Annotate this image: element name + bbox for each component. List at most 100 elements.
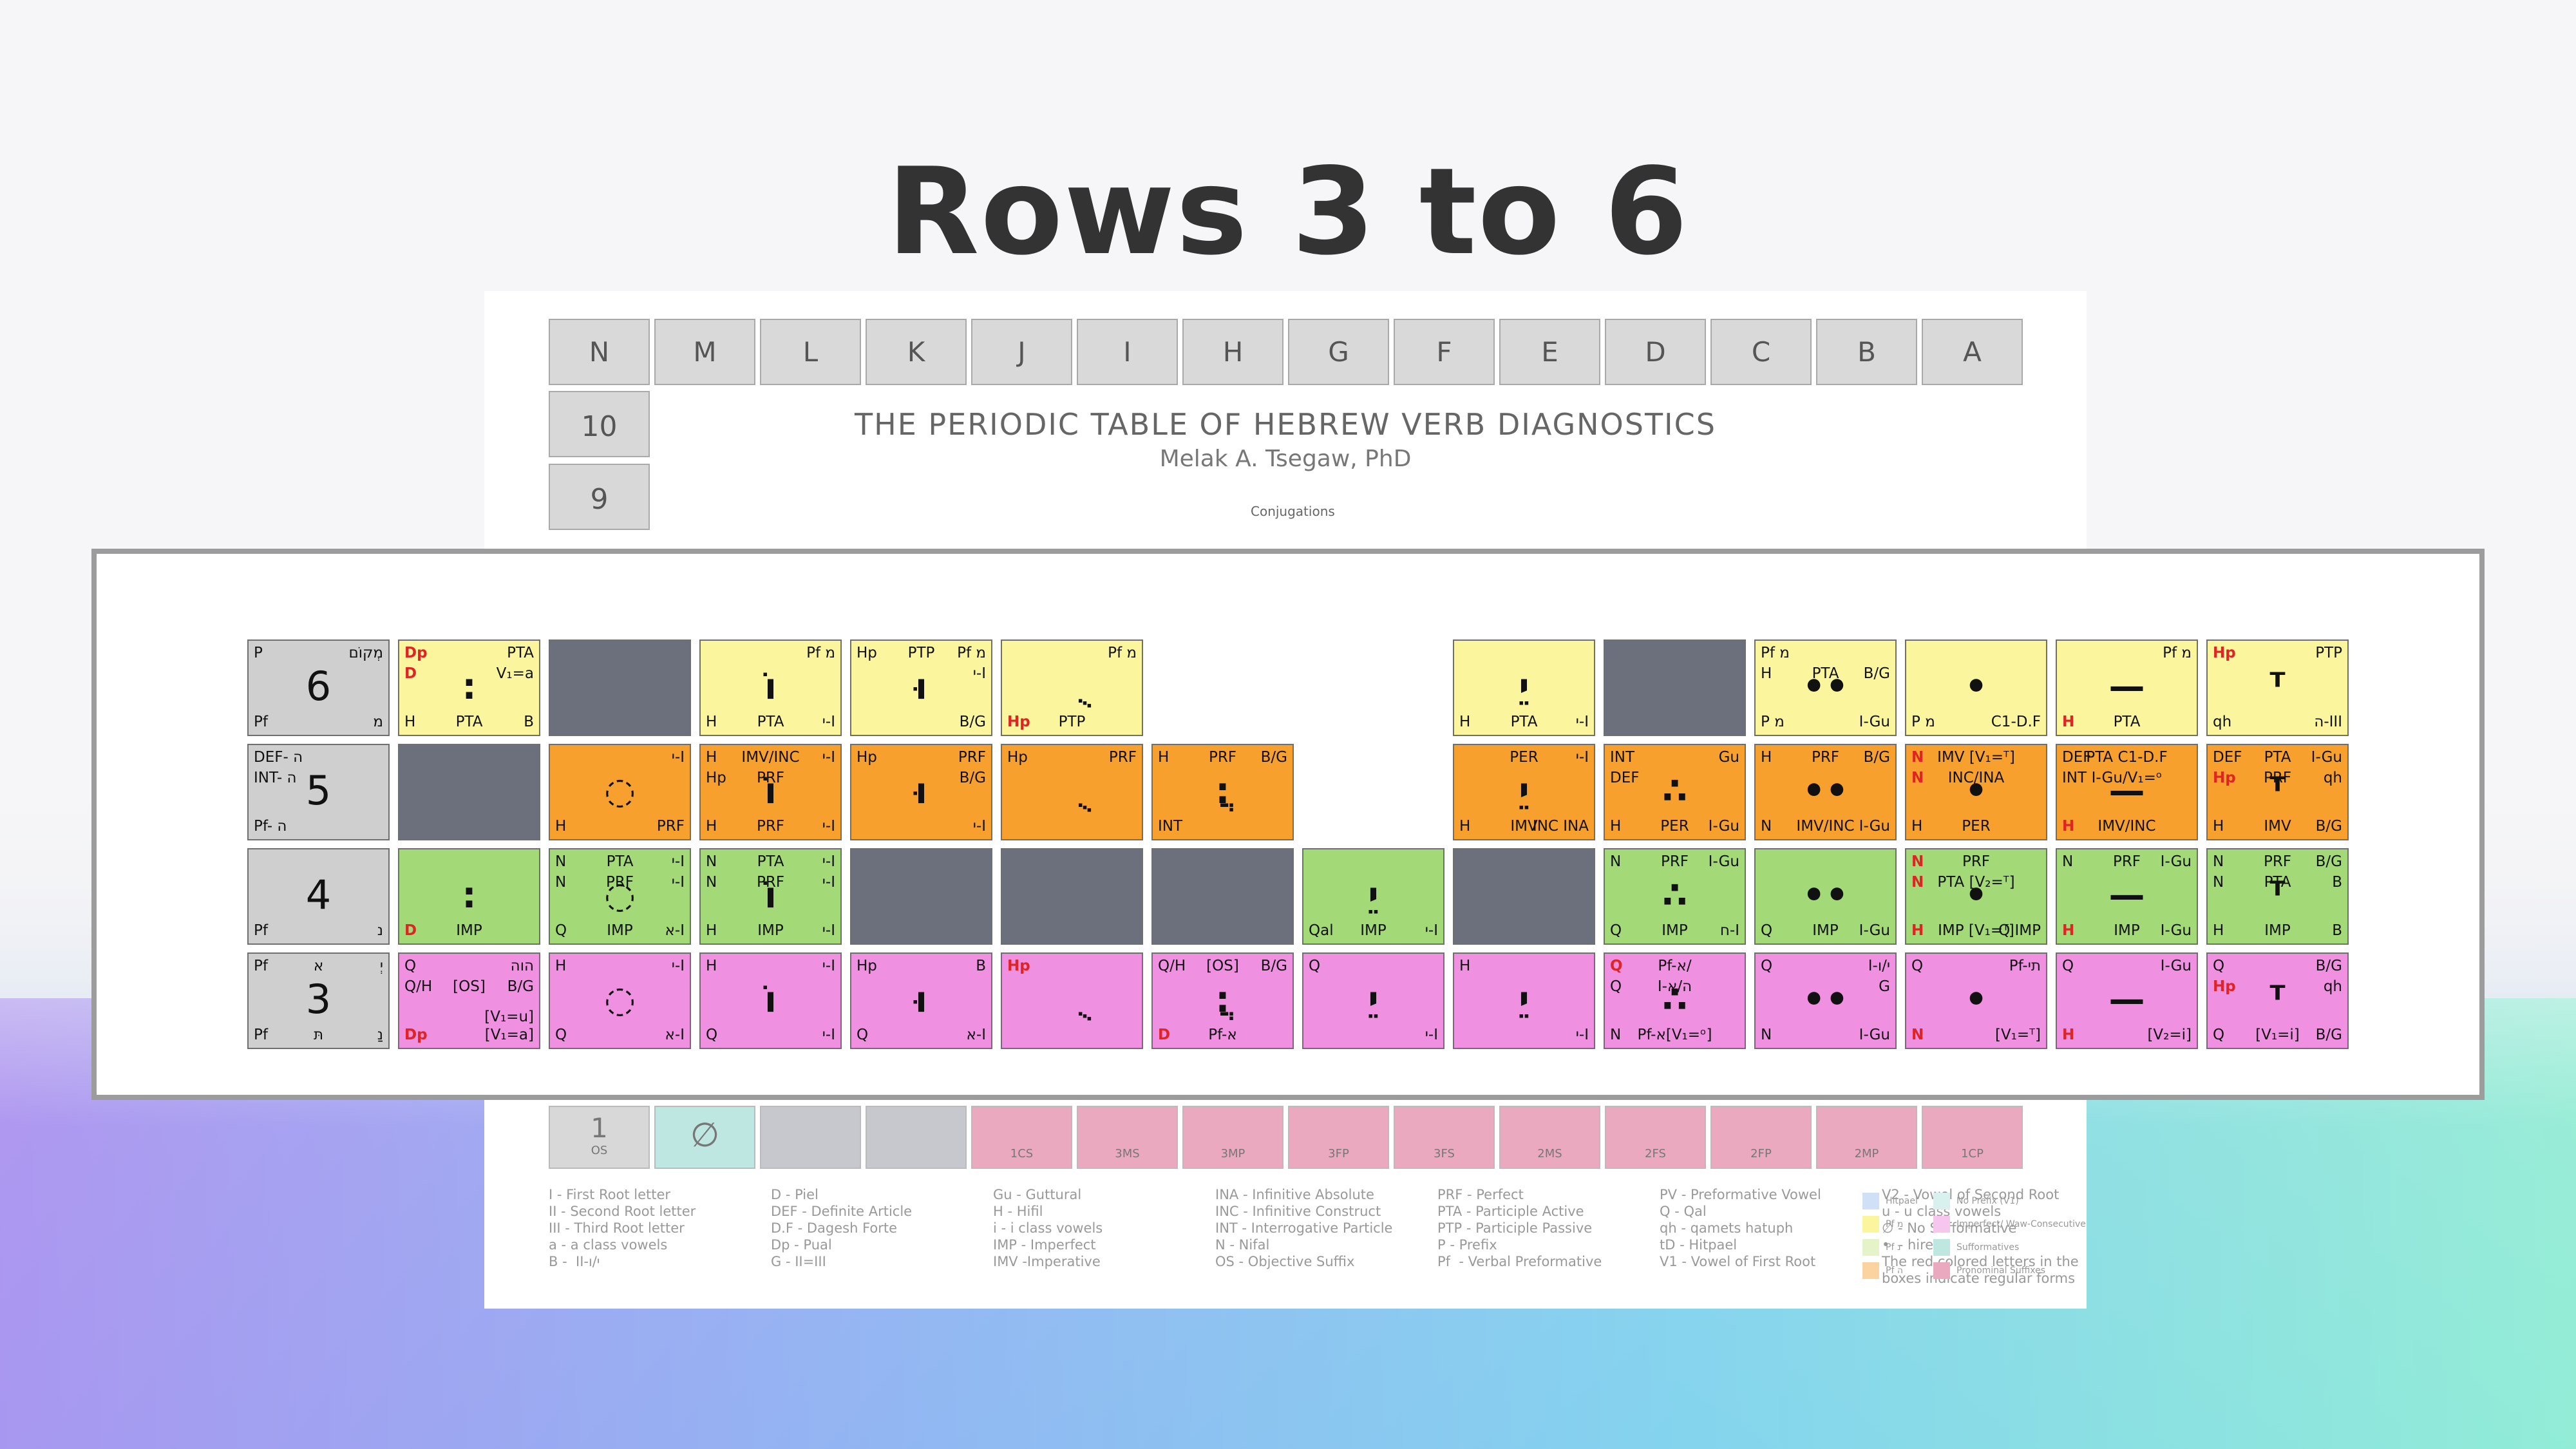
- diagnostic-glyph: —: [2108, 979, 2145, 1021]
- diagnostic-glyph: וּ: [914, 979, 928, 1021]
- row4-cell: N B/G N B H B PRF PTA IMP ᵀ: [2206, 848, 2349, 945]
- column-header-k: K: [866, 319, 967, 385]
- diagnostic-glyph: ∴: [1662, 979, 1687, 1021]
- cell-label: [V₁=u]: [484, 1009, 534, 1025]
- cell-label: Q: [2213, 958, 2225, 974]
- row4-cell: NNHQ IMP PRF PTA [V₂=ᵀ] IMP [V₁=ᵀ] •: [1905, 848, 2047, 945]
- row3-cell: Q י-I יֵ: [1302, 952, 1444, 1049]
- cell-label: Q: [2062, 958, 2074, 974]
- diagnostic-glyph: יֵ: [1519, 770, 1530, 812]
- cell-label: PRF: [2263, 853, 2292, 870]
- cell-label: IMP [V₁=ᵀ]: [1938, 922, 2014, 939]
- cell-label: י-I: [822, 958, 835, 974]
- cell-label: PRF: [1108, 749, 1137, 766]
- cell-label: Pf: [254, 922, 268, 939]
- row5-cell: י-I H INC INA PER IMV יֵ: [1453, 744, 1595, 840]
- diagnostic-glyph: ∴: [1662, 770, 1687, 812]
- legend-key-item: Pf ה: [1862, 1262, 1903, 1279]
- cell-label: B/G: [2315, 958, 2342, 974]
- cell-label: Q: [1309, 958, 1321, 974]
- pronominal-suffix-cell: 3FS: [1394, 1106, 1495, 1169]
- cell-label: PRF: [1962, 853, 1991, 870]
- column-header-h: H: [1182, 319, 1283, 385]
- cell-label: IMV/INC: [2098, 818, 2156, 835]
- pronominal-suffix-cell: 3MP: [1182, 1106, 1283, 1169]
- cell-label: [OS]: [453, 978, 486, 995]
- diagnostic-glyph: ◌: [604, 979, 636, 1021]
- cell-label: PTP: [1058, 714, 1086, 730]
- cell-label: IMP: [456, 922, 482, 939]
- diagnostic-glyph: וּ: [914, 666, 928, 708]
- sheet-title: THE PERIODIC TABLE OF HEBREW VERB DIAGNO…: [855, 407, 1716, 442]
- row3-cell: Q I-י/ו G N I-Gu ••: [1754, 952, 1897, 1049]
- cell-label: PRF: [1811, 749, 1840, 766]
- cell-label: I-Gu: [1859, 1027, 1890, 1043]
- cell-label: Q: [404, 958, 417, 974]
- pronominal-suffix-cell: 2FP: [1710, 1106, 1812, 1169]
- cell-label: Pf מ: [806, 645, 835, 661]
- row3-cell: Q הוה Q/H B/G Dp [V₁=a] [OS] [V₁=u] D: [398, 952, 540, 1049]
- diagnostic-glyph: יֵ: [1519, 979, 1530, 1021]
- diagnostic-glyph: ∴: [1662, 875, 1687, 916]
- cell-label: Q: [706, 1027, 718, 1043]
- cell-label: N: [1761, 1027, 1772, 1043]
- row6-cell: Dp PTA D V₁=a H B PTA ׃: [398, 639, 540, 736]
- diagnostic-glyph: ᵀ: [2269, 666, 2286, 708]
- row4-cell: N I-Gu Q ח-I PRF IMP ∴: [1604, 848, 1746, 945]
- diagnostic-glyph: —: [2108, 666, 2145, 708]
- pronominal-suffix-cell: 2FS: [1605, 1106, 1706, 1169]
- cell-label: ה-III: [2314, 714, 2342, 730]
- row6-cell: Hp Pf מ י-I B/G PTP וּ: [850, 639, 992, 736]
- cell-label: IMP: [1360, 922, 1387, 939]
- row5-cell: DEF I-Gu Hp qh H B/G PTA PRF IMV ᵀ: [2206, 744, 2349, 840]
- rows-3-to-6-panel: P מְקוֹם Pf מ 6 Dp PTA D V₁=a H B PTA ׃ Pf מ H י-I PTA וֹ…: [91, 549, 2485, 1100]
- cell-label: IMP: [1812, 922, 1839, 939]
- cell-label: IMP: [1662, 922, 1688, 939]
- legend-key-item: Pronominal Suffixes: [1933, 1262, 2045, 1279]
- row5-cell: N N H IMV [V₁=ᵀ] INC/INA PER •: [1905, 744, 2047, 840]
- row-number: 6: [305, 663, 332, 710]
- row6-cell: Hp PTP qh ה-III ᵀ: [2206, 639, 2349, 736]
- diagnostic-glyph: יֵ: [1519, 666, 1530, 708]
- cell-label: Pf- ה: [254, 818, 287, 835]
- cell-label: [V₁=i]: [2255, 1027, 2300, 1043]
- diagnostic-glyph: ◌: [604, 770, 636, 812]
- cell-label: B/G: [959, 714, 986, 730]
- cell-label: הוה: [510, 958, 534, 974]
- row6-cell: [549, 639, 691, 736]
- cell-label: Pf: [254, 714, 268, 730]
- page-title: Rows 3 to 6: [887, 142, 1689, 281]
- cell-label: [V₂=i]: [2147, 1027, 2192, 1043]
- column-header-d: D: [1605, 319, 1706, 385]
- cell-label: Hp: [857, 958, 877, 974]
- gray-cell: [866, 1106, 967, 1169]
- row3-cell: Q/H B/G D [OS] Pf-אֲ:: [1151, 952, 1294, 1049]
- cell-label: י-I: [671, 958, 685, 974]
- cell-label: נ: [377, 922, 383, 939]
- row4-cell: [1151, 848, 1294, 945]
- row-10-cell: 10: [549, 391, 650, 457]
- column-header-f: F: [1394, 319, 1495, 385]
- diagnostic-glyph: •: [1964, 875, 1988, 916]
- cell-label: PTA: [757, 714, 784, 730]
- cell-label: תּ: [313, 1027, 324, 1043]
- row6-cell: Pf מ H B/G P מ I-Gu PTA ••: [1754, 639, 1897, 736]
- column-header-m: M: [654, 319, 755, 385]
- row4-cell: N י-I N י-I Q א-I PTA PRF IMP ◌: [549, 848, 691, 945]
- diagnostic-glyph: —: [2108, 875, 2145, 916]
- cell-label: PRF: [656, 818, 685, 835]
- cell-label: Gu: [1718, 749, 1739, 766]
- row5-cell: Hp PRFֻ: [1001, 744, 1143, 840]
- row3-cell: Q Q N Pf-א/I-ה/א Pf-א[V₁=ᵒ] ∴: [1604, 952, 1746, 1049]
- cell-label: C1-D.F: [1991, 714, 2041, 730]
- cell-label: PTA: [1510, 714, 1538, 730]
- row4-cell: [1001, 848, 1143, 945]
- row5-cell: H B/G INT PRFֲ:: [1151, 744, 1294, 840]
- cell-label: PTP: [907, 645, 935, 661]
- column-header-a: A: [1922, 319, 2023, 385]
- row4-label-cell: Pf נ 4: [247, 848, 390, 945]
- diagnostic-glyph: •: [1964, 770, 1988, 812]
- cell-label: Pf מ: [1108, 645, 1137, 661]
- cell-label: א-I: [966, 1027, 986, 1043]
- row-9-cell: 9: [549, 464, 650, 530]
